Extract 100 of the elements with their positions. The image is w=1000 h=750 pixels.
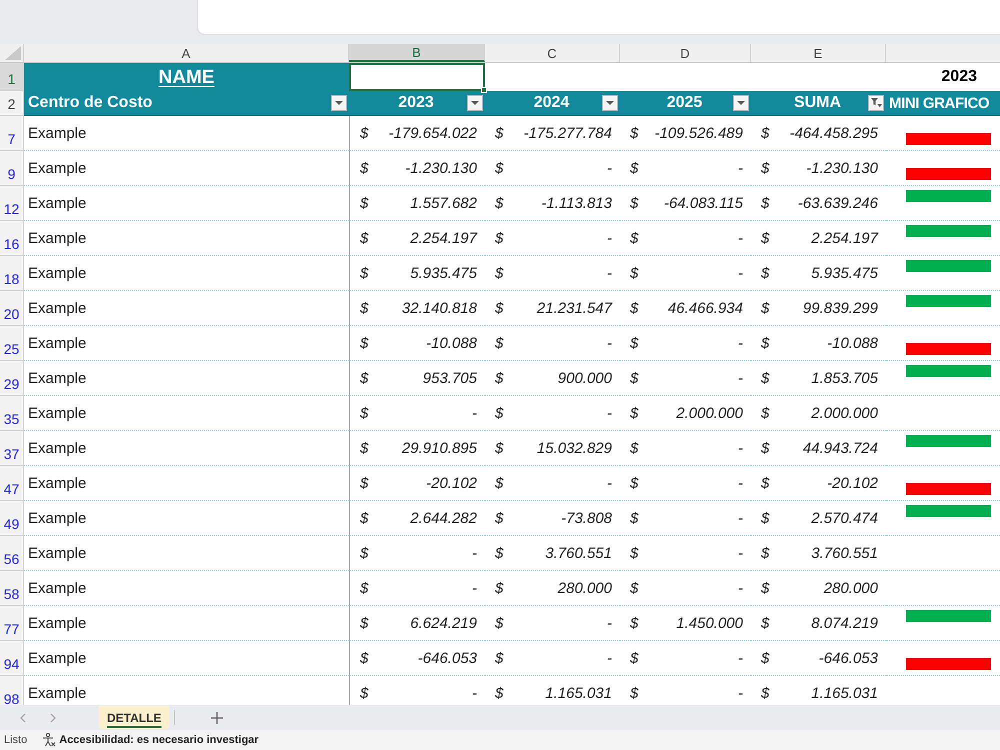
amount-value: 2.570.474	[811, 510, 878, 526]
row-header[interactable]: 25	[0, 326, 24, 361]
amount-value: -	[472, 546, 477, 560]
amount-value: 3.760.551	[545, 546, 612, 560]
filter-dropdown-button[interactable]	[467, 95, 483, 111]
currency-sign: $	[761, 406, 770, 420]
amount-value: -	[607, 650, 612, 666]
currency-sign: $	[761, 196, 770, 210]
currency-sign: $	[495, 580, 504, 596]
row-header[interactable]: 47	[0, 466, 24, 501]
table-cell: Example	[28, 406, 86, 420]
currency-sign: $	[360, 370, 368, 386]
amount-value: -646.053	[818, 650, 878, 666]
amount-value: -646.053	[418, 650, 477, 666]
amount-value: -	[738, 160, 743, 176]
amount-value: 29.910.895	[402, 440, 477, 456]
row-header[interactable]: 35	[0, 396, 24, 431]
column-header[interactable]: C	[485, 44, 620, 62]
currency-sign: $	[761, 266, 770, 280]
amount-value: -	[738, 336, 743, 350]
amount-value: -	[738, 476, 743, 490]
table-cell: Example	[28, 686, 86, 700]
currency-sign: $	[360, 126, 368, 140]
table-cell: Example	[28, 126, 86, 140]
amount-value: -	[607, 476, 612, 490]
row-header[interactable]: 98	[0, 676, 24, 705]
currency-sign: $	[761, 126, 770, 140]
amount-value: -	[738, 650, 743, 666]
amount-value: -	[738, 266, 743, 280]
filter-dropdown-button[interactable]	[733, 95, 749, 111]
sheet-tab[interactable]: DETALLE	[99, 706, 170, 729]
amount-value: 1.165.031	[811, 686, 878, 700]
filter-dropdown-button[interactable]	[602, 95, 618, 111]
currency-sign: $	[630, 266, 638, 280]
row-header[interactable]: 12	[0, 186, 24, 221]
table-cell: Example	[28, 196, 86, 210]
accessibility-icon[interactable]	[42, 733, 56, 747]
row-header[interactable]: 1	[0, 63, 24, 91]
row-header[interactable]: 56	[0, 536, 24, 571]
row-header[interactable]: 2	[0, 91, 24, 116]
row-header[interactable]: 20	[0, 291, 24, 326]
filter-dropdown-button[interactable]	[868, 95, 884, 111]
amount-value: -10.088	[426, 336, 477, 350]
amount-value: 900.000	[558, 370, 612, 386]
amount-value: 6.624.219	[410, 616, 477, 630]
amount-value: -20.102	[426, 476, 477, 490]
row-header[interactable]: 29	[0, 361, 24, 396]
currency-sign: $	[360, 440, 368, 456]
table-cell: Example	[28, 230, 86, 246]
currency-sign: $	[495, 230, 504, 246]
currency-sign: $	[360, 650, 368, 666]
amount-value: -	[738, 370, 743, 386]
status-text: Listo	[4, 734, 28, 746]
currency-sign: $	[761, 616, 770, 630]
row-header[interactable]: 77	[0, 606, 24, 641]
currency-sign: $	[360, 160, 368, 176]
currency-sign: $	[495, 126, 504, 140]
accessibility-status[interactable]: Accesibilidad: es necesario investigar	[59, 734, 259, 746]
amount-value: 280.000	[558, 580, 612, 596]
formula-bar-field[interactable]	[197, 0, 1000, 35]
row-header[interactable]: 94	[0, 641, 24, 676]
row-header[interactable]: 9	[0, 151, 24, 186]
row-header[interactable]: 49	[0, 501, 24, 536]
row-header[interactable]: 37	[0, 431, 24, 466]
currency-sign: $	[495, 546, 504, 560]
currency-sign: $	[360, 266, 368, 280]
amount-value: -	[472, 686, 477, 700]
currency-sign: $	[761, 546, 770, 560]
amount-value: 1.853.705	[811, 370, 878, 386]
amount-value: 2.254.197	[811, 230, 878, 246]
column-heading: 2023	[398, 95, 434, 111]
amount-value: 99.839.299	[802, 300, 878, 316]
caret-down-icon	[737, 101, 745, 105]
currency-sign: $	[761, 230, 770, 246]
filter-dropdown-button[interactable]	[331, 95, 347, 111]
column-header[interactable]: B	[349, 44, 485, 62]
active-cell[interactable]	[349, 63, 485, 91]
currency-sign: $	[360, 196, 368, 210]
amount-value: 5.935.475	[410, 266, 477, 280]
row-header[interactable]: 16	[0, 221, 24, 256]
row-header[interactable]: 18	[0, 256, 24, 291]
currency-sign: $	[630, 440, 638, 456]
currency-sign: $	[495, 160, 504, 176]
row-header[interactable]: 58	[0, 571, 24, 606]
amount-value: -	[607, 616, 612, 630]
currency-sign: $	[761, 686, 770, 700]
amount-value: -1.230.130	[405, 160, 477, 176]
amount-value: -179.654.022	[388, 126, 477, 140]
row-header[interactable]: 7	[0, 116, 24, 151]
amount-value: 2.000.000	[676, 406, 743, 420]
caret-down-icon	[335, 101, 343, 105]
amount-value: 5.935.475	[811, 266, 878, 280]
currency-sign: $	[630, 126, 638, 140]
fill-handle-icon[interactable]	[481, 87, 487, 93]
currency-sign: $	[761, 476, 770, 490]
amount-value: -64.083.115	[664, 196, 743, 210]
amount-value: 8.074.219	[811, 616, 878, 630]
column-header[interactable]: D	[620, 44, 751, 62]
add-sheet-button[interactable]	[211, 712, 224, 724]
amount-value: -	[738, 230, 743, 246]
